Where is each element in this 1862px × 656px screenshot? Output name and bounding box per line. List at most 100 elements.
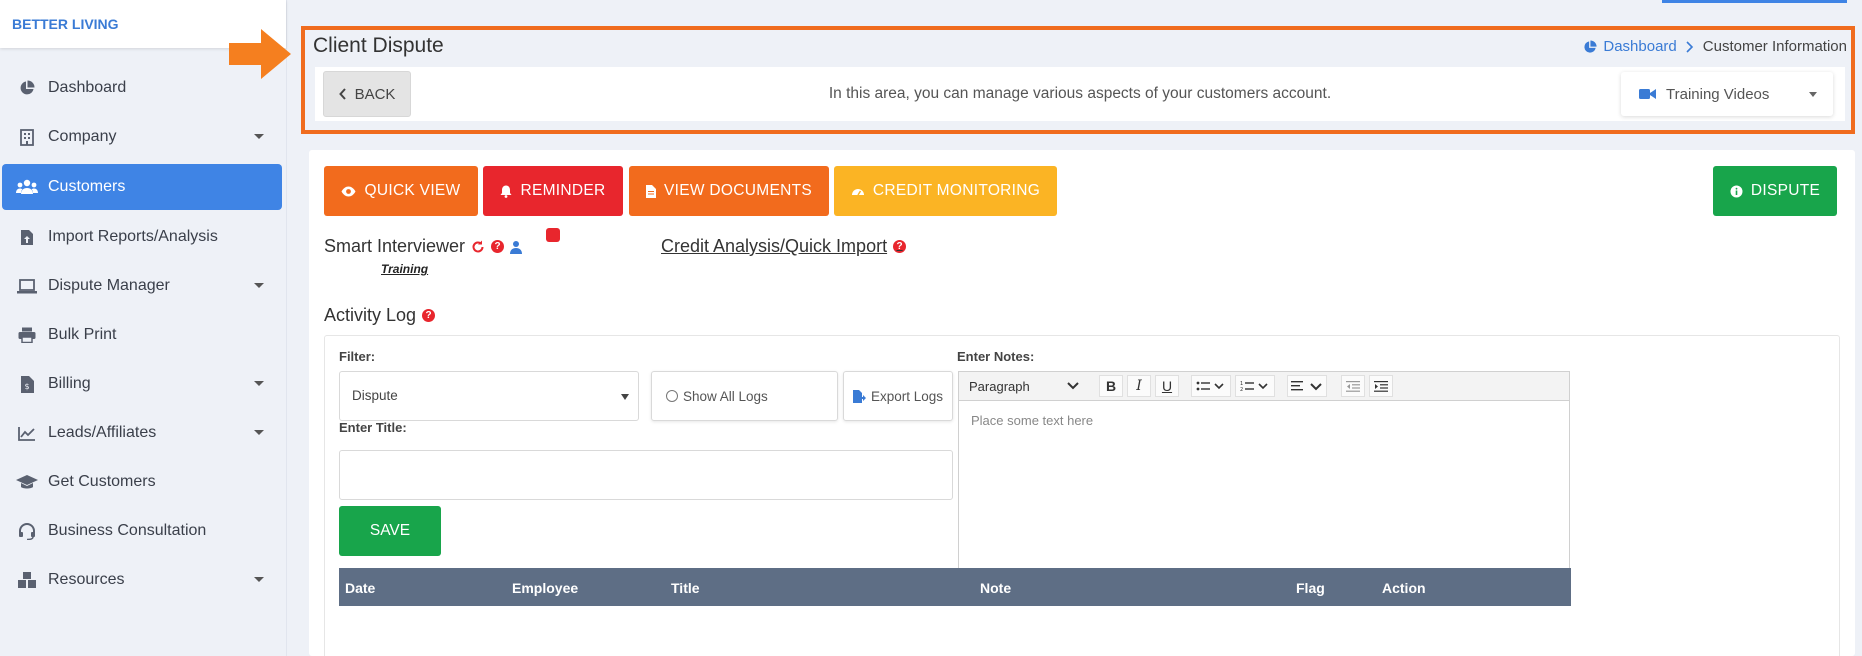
editor-toolbar: Paragraph B I U 12 <box>959 372 1569 401</box>
notes-editor: Paragraph B I U 12 Place some text here <box>958 371 1570 569</box>
graduation-cap-icon <box>16 473 38 491</box>
sidebar-item-bulk-print[interactable]: Bulk Print <box>2 313 284 357</box>
page-header: Client Dispute Dashboard Customer Inform… <box>301 26 1855 134</box>
gauge-icon <box>851 189 864 196</box>
credit-analysis-link[interactable]: Credit Analysis/Quick Import ? <box>661 236 907 257</box>
sidebar-item-company[interactable]: Company <box>2 115 284 159</box>
radio-button[interactable] <box>666 390 678 402</box>
activity-log-title: Activity Log ? <box>324 305 436 326</box>
page-title: Client Dispute <box>313 34 444 57</box>
sidebar-item-dispute-manager[interactable]: Dispute Manager <box>2 264 284 308</box>
export-file-icon <box>852 389 866 403</box>
eye-icon <box>341 186 356 196</box>
export-logs-button[interactable]: Export Logs <box>843 371 953 421</box>
training-videos-dropdown[interactable]: Training Videos <box>1621 72 1833 116</box>
sidebar-item-get-customers[interactable]: Get Customers <box>2 460 284 504</box>
chevron-down-icon <box>254 577 264 582</box>
notes-textarea[interactable]: Place some text here <box>963 405 1565 564</box>
quick-view-button[interactable]: QUICK VIEW <box>324 166 478 216</box>
header-message: In this area, you can manage various asp… <box>828 85 1332 102</box>
title-label: Enter Title: <box>339 420 407 435</box>
document-icon <box>645 184 656 198</box>
chevron-down-icon <box>254 381 264 386</box>
bulleted-list-button[interactable] <box>1191 375 1231 397</box>
credit-monitoring-button[interactable]: CREDIT MONITORING <box>834 166 1057 216</box>
refresh-icon[interactable] <box>471 240 485 254</box>
pie-chart-icon <box>16 79 38 97</box>
numbered-list-icon: 12 <box>1240 381 1268 392</box>
column-header-action[interactable]: Action <box>1382 580 1426 596</box>
outdent-icon <box>1346 380 1360 392</box>
info-icon <box>1730 185 1743 197</box>
show-all-logs-toggle[interactable]: Show All Logs <box>651 371 838 421</box>
chevron-down-icon <box>254 134 264 139</box>
sidebar-item-import-reports[interactable]: Import Reports/Analysis <box>2 215 284 259</box>
chevron-down-icon <box>254 430 264 435</box>
column-header-flag[interactable]: Flag <box>1296 580 1325 596</box>
numbered-list-button[interactable]: 12 <box>1235 375 1275 397</box>
sidebar-item-label: Company <box>48 128 117 145</box>
chevron-down-icon <box>1067 382 1079 390</box>
printer-icon <box>16 326 38 344</box>
sidebar: BETTER LIVING Dashboard Company Customer… <box>0 0 287 656</box>
activity-log-box: Filter: Dispute Show All Logs Export Log… <box>324 335 1840 656</box>
underline-button[interactable]: U <box>1155 375 1179 397</box>
sidebar-item-resources[interactable]: Resources <box>2 558 284 602</box>
indent-button[interactable] <box>1369 375 1393 397</box>
column-header-date[interactable]: Date <box>345 580 375 596</box>
title-input[interactable] <box>339 450 953 500</box>
dispute-button[interactable]: DISPUTE <box>1713 166 1837 216</box>
sidebar-item-label: Business Consultation <box>48 522 207 539</box>
smart-interviewer[interactable]: Smart Interviewer ? <box>324 236 523 257</box>
video-camera-icon <box>1639 89 1656 99</box>
paragraph-format-select[interactable]: Paragraph <box>965 375 1083 397</box>
notes-label: Enter Notes: <box>957 349 1035 364</box>
help-icon[interactable]: ? <box>422 309 436 322</box>
column-header-note[interactable]: Note <box>980 580 1011 596</box>
save-button[interactable]: SAVE <box>339 506 441 556</box>
sidebar-item-label: Customers <box>48 178 126 195</box>
users-icon <box>16 178 38 196</box>
indent-icon <box>1374 380 1388 392</box>
bold-button[interactable]: B <box>1099 375 1123 397</box>
chevron-down-icon <box>621 394 629 400</box>
line-chart-icon <box>16 424 38 442</box>
header-toolbar: BACK In this area, you can manage variou… <box>315 67 1845 121</box>
breadcrumb: Dashboard Customer Information <box>1583 38 1847 55</box>
sidebar-item-label: Get Customers <box>48 473 156 490</box>
sidebar-item-label: Dashboard <box>48 79 127 96</box>
help-icon[interactable]: ? <box>893 240 907 253</box>
invoice-icon: $ <box>16 375 38 393</box>
svg-text:2: 2 <box>1240 387 1243 392</box>
user-icon[interactable] <box>510 240 523 254</box>
column-header-title[interactable]: Title <box>671 580 700 596</box>
column-header-employee[interactable]: Employee <box>512 580 578 596</box>
sidebar-item-label: Resources <box>48 571 125 588</box>
sidebar-item-label: Bulk Print <box>48 326 117 343</box>
view-documents-button[interactable]: VIEW DOCUMENTS <box>629 166 829 216</box>
sidebar-item-billing[interactable]: $ Billing <box>2 362 284 406</box>
sidebar-item-label: Billing <box>48 375 91 392</box>
main-content: Client Dispute Dashboard Customer Inform… <box>300 0 1862 656</box>
sidebar-item-label: Import Reports/Analysis <box>48 228 218 245</box>
breadcrumb-dashboard-link[interactable]: Dashboard <box>1583 38 1677 55</box>
filter-label: Filter: <box>339 349 376 364</box>
help-icon[interactable]: ? <box>491 240 505 253</box>
sidebar-nav: Dashboard Company Customers Import Repor… <box>0 66 286 602</box>
laptop-icon <box>16 277 38 295</box>
sidebar-item-label: Dispute Manager <box>48 277 170 294</box>
boxes-icon <box>16 571 38 589</box>
notification-badge <box>546 228 560 242</box>
headset-icon <box>16 522 38 540</box>
reminder-button[interactable]: REMINDER <box>483 166 623 216</box>
outdent-button[interactable] <box>1341 375 1365 397</box>
training-link[interactable]: Training <box>381 262 428 276</box>
pie-chart-icon <box>1584 39 1597 53</box>
sidebar-item-business-consultation[interactable]: Business Consultation <box>2 509 284 553</box>
sidebar-item-leads-affiliates[interactable]: Leads/Affiliates <box>2 411 284 455</box>
chevron-down-icon <box>1809 92 1817 97</box>
filter-select[interactable]: Dispute <box>339 371 639 421</box>
align-button[interactable] <box>1287 375 1327 397</box>
sidebar-item-customers[interactable]: Customers <box>2 164 282 210</box>
italic-button[interactable]: I <box>1127 375 1151 397</box>
